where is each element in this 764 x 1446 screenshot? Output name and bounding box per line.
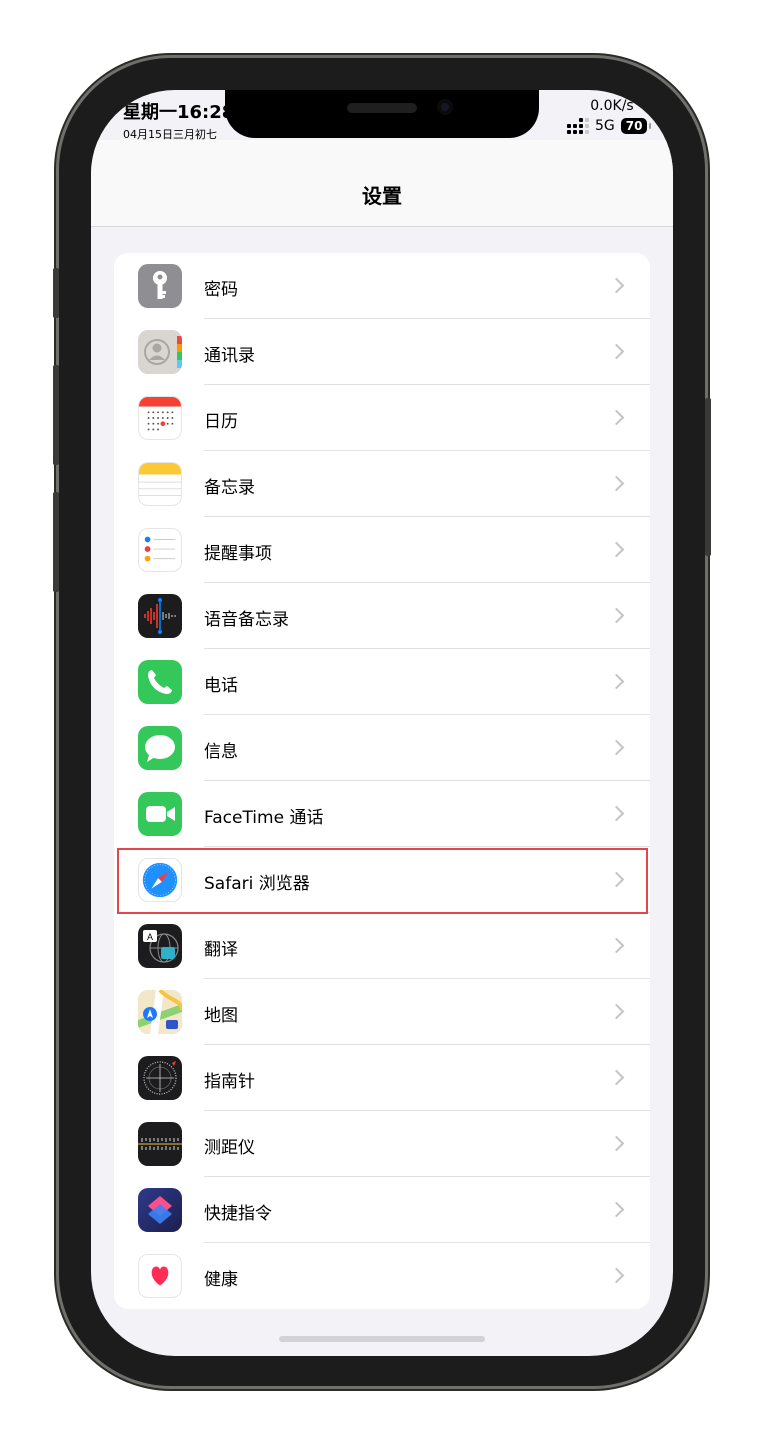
chevron-right-icon (608, 937, 625, 954)
row-label: 电话 (204, 676, 238, 696)
status-bar-right: 0.0K/s 5G 70 (567, 98, 657, 134)
front-camera (437, 99, 453, 115)
home-indicator[interactable] (279, 1336, 485, 1342)
shortcuts-icon (138, 1188, 182, 1232)
chevron-right-icon (608, 871, 625, 888)
chevron-right-icon (608, 1069, 625, 1086)
settings-row-voice-memos[interactable]: 语音备忘录 (114, 583, 650, 649)
settings-row-maps[interactable]: 地图 (114, 979, 650, 1045)
chevron-right-icon (608, 475, 625, 492)
chevron-right-icon (608, 343, 625, 360)
chevron-right-icon (608, 805, 625, 822)
key-icon (138, 264, 182, 308)
settings-row-health[interactable]: 健康 (114, 1243, 650, 1309)
settings-row-compass[interactable]: 指南针 (114, 1045, 650, 1111)
reminders-icon (138, 528, 182, 572)
chevron-right-icon (608, 1267, 625, 1284)
volume-up-button (53, 365, 59, 465)
facetime-icon (138, 792, 182, 836)
measure-icon (138, 1122, 182, 1166)
row-label: 测距仪 (204, 1138, 255, 1158)
settings-row-notes[interactable]: 备忘录 (114, 451, 650, 517)
voice-memos-icon (138, 594, 182, 638)
settings-row-calendar[interactable]: 日历 (114, 385, 650, 451)
settings-row-reminders[interactable]: 提醒事项 (114, 517, 650, 583)
settings-row-messages[interactable]: 信息 (114, 715, 650, 781)
power-button (705, 398, 711, 556)
notch (225, 90, 539, 138)
settings-row-translate[interactable]: A 翻译 (114, 913, 650, 979)
calendar-icon (138, 396, 182, 440)
screen: 星期一16:28 04月15日三月初七 ⏰ ᛒ 0.0K/s 5G 70 设置 (91, 90, 673, 1356)
translate-icon: A (138, 924, 182, 968)
row-label: 地图 (204, 1006, 238, 1026)
settings-row-contacts[interactable]: 通讯录 (114, 319, 650, 385)
row-label: Safari 浏览器 (204, 874, 310, 894)
row-label: 日历 (204, 412, 238, 432)
volume-down-button (53, 492, 59, 592)
notes-icon (138, 462, 182, 506)
signal-icon (567, 118, 589, 134)
chevron-right-icon (608, 277, 625, 294)
chevron-right-icon (608, 607, 625, 624)
network-speed: 0.0K/s (590, 98, 634, 114)
row-label: 通讯录 (204, 346, 255, 366)
maps-icon (138, 990, 182, 1034)
chevron-right-icon (608, 541, 625, 558)
row-label: 健康 (204, 1270, 238, 1290)
phone-icon (138, 660, 182, 704)
network-type: 5G (595, 118, 615, 134)
battery-tip (649, 123, 652, 129)
chevron-right-icon (608, 739, 625, 756)
messages-icon (138, 726, 182, 770)
row-label: 语音备忘录 (204, 610, 289, 630)
row-label: 指南针 (204, 1072, 255, 1092)
chevron-right-icon (608, 1135, 625, 1152)
settings-row-safari[interactable]: Safari 浏览器 (114, 847, 650, 913)
settings-row-facetime[interactable]: FaceTime 通话 (114, 781, 650, 847)
chevron-right-icon (608, 409, 625, 426)
battery-icon: 70 (620, 118, 648, 134)
chevron-right-icon (608, 1201, 625, 1218)
navigation-bar: 设置 (91, 140, 673, 227)
settings-row-measure[interactable]: 测距仪 (114, 1111, 650, 1177)
status-time: 星期一16:28 (123, 102, 235, 123)
page-title: 设置 (362, 184, 402, 208)
row-label: 信息 (204, 742, 238, 762)
contacts-icon (138, 330, 182, 374)
row-label: 快捷指令 (204, 1204, 272, 1224)
compass-icon (138, 1056, 182, 1100)
silent-switch (53, 268, 59, 318)
row-label: FaceTime 通话 (204, 808, 324, 828)
settings-list: 密码 通讯录 日历 备忘录 提醒事项 语音备忘录 电话 信息 FaceTime … (114, 253, 650, 1309)
speaker (347, 103, 417, 113)
chevron-right-icon (608, 673, 625, 690)
safari-icon (138, 858, 182, 902)
row-label: 备忘录 (204, 478, 255, 498)
svg-text:A: A (147, 932, 153, 942)
health-icon (138, 1254, 182, 1298)
settings-row-passwords[interactable]: 密码 (114, 253, 650, 319)
chevron-right-icon (608, 1003, 625, 1020)
row-label: 翻译 (204, 940, 238, 960)
settings-row-phone[interactable]: 电话 (114, 649, 650, 715)
settings-row-shortcuts[interactable]: 快捷指令 (114, 1177, 650, 1243)
row-label: 密码 (204, 280, 238, 300)
row-label: 提醒事项 (204, 544, 272, 564)
